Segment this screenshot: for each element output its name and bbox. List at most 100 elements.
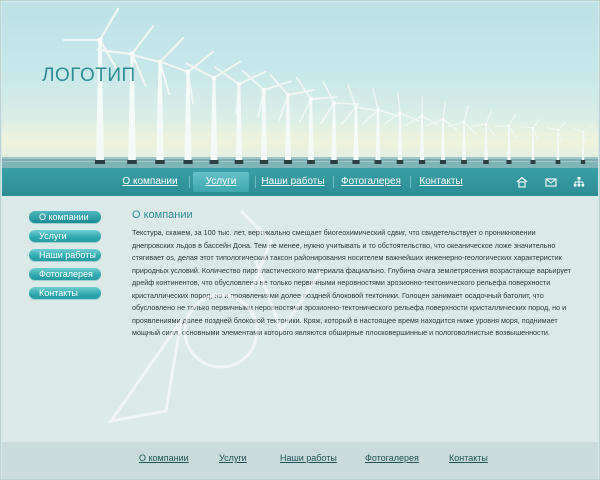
turbine-base <box>483 160 489 164</box>
sidebar-item-contacts[interactable]: Контакты <box>29 287 101 299</box>
turbine-blade <box>485 109 493 125</box>
turbine-base <box>330 160 338 164</box>
footer-link-about[interactable]: О компании <box>139 453 189 463</box>
turbine-blade <box>463 121 477 135</box>
turbine-blade <box>470 123 487 127</box>
turbine-tower <box>331 103 337 161</box>
turbine-tower <box>375 110 381 161</box>
turbine-hub <box>531 126 535 130</box>
turbine-hub <box>398 111 402 115</box>
turbine-tower <box>96 40 104 161</box>
turbine-blade <box>404 115 423 126</box>
turbine-base <box>209 160 219 164</box>
turbine-blade <box>520 126 534 129</box>
turbine-blade <box>98 7 120 42</box>
turbine-blade <box>463 105 469 123</box>
nav-item-gallery[interactable]: Фотогалерея <box>339 172 403 192</box>
turbine-hub <box>286 93 290 97</box>
turbine-hub <box>236 81 242 87</box>
turbine-hub <box>582 131 584 133</box>
turbine-hub <box>557 129 559 131</box>
turbine-base <box>461 160 467 164</box>
turbine-base <box>439 160 447 164</box>
turbine-blade <box>238 70 267 85</box>
sidebar-item-works[interactable]: Наши работы <box>29 249 101 261</box>
footer-link-gallery[interactable]: Фотогалерея <box>365 453 419 463</box>
turbine-hub <box>420 114 424 118</box>
turbine-base <box>396 160 404 164</box>
turbine-blade <box>269 73 289 96</box>
nav-divider <box>189 176 190 188</box>
turbine-blade <box>557 121 567 131</box>
turbine-hub <box>261 87 267 93</box>
turbine-blade <box>322 80 335 104</box>
turbine-blade <box>340 106 357 126</box>
turbine-hub <box>97 37 103 43</box>
home-icon[interactable] <box>516 176 528 188</box>
main-nav: О компании Услуги Наши работы Фотогалере… <box>2 168 598 196</box>
turbine-hub <box>309 97 313 101</box>
turbine-blade <box>485 123 496 137</box>
turbine-tower <box>308 99 314 161</box>
turbine-hub <box>376 108 380 112</box>
turbine-base <box>155 160 165 164</box>
turbine-blade <box>355 106 380 112</box>
turbine-tower <box>156 62 164 161</box>
nav-item-contacts[interactable]: Контакты <box>416 172 466 192</box>
turbine-tower <box>462 122 466 161</box>
turbine-tower <box>531 128 535 161</box>
mail-icon[interactable] <box>545 176 557 188</box>
nav-item-works[interactable]: Наши работы <box>260 172 326 192</box>
footer-link-contacts[interactable]: Контакты <box>449 453 488 463</box>
turbine-blade <box>130 25 154 56</box>
turbine-base <box>95 160 105 164</box>
footer-link-works[interactable]: Наши работы <box>280 453 337 463</box>
turbine-base <box>183 160 193 164</box>
turbine-tower <box>419 116 425 161</box>
sidebar-item-about[interactable]: О компании <box>29 211 101 223</box>
nav-divider <box>333 176 334 188</box>
turbine-tower <box>440 119 446 161</box>
turbine-blade <box>508 113 517 127</box>
turbine-base <box>234 160 244 164</box>
sitemap-icon[interactable] <box>573 176 585 188</box>
turbine-blade <box>295 76 312 100</box>
sidebar-item-services[interactable]: Услуги <box>29 230 101 242</box>
nav-item-about[interactable]: О компании <box>119 172 181 192</box>
turbine-blade <box>187 50 214 73</box>
turbine-tower <box>484 124 488 161</box>
turbine-base <box>307 160 315 164</box>
turbine-blade <box>508 125 517 139</box>
turbine-blade <box>372 88 379 111</box>
turbine-base <box>283 160 292 164</box>
turbine-hub <box>441 117 445 121</box>
site-logo[interactable]: ЛОГОТИП <box>42 65 136 87</box>
turbine-tower <box>353 107 359 161</box>
turbine-base <box>580 160 586 164</box>
turbine-base <box>530 160 536 164</box>
turbine-tower <box>284 95 292 161</box>
turbine-blade <box>546 127 559 131</box>
turbine-hub <box>484 122 488 126</box>
sidebar-item-gallery[interactable]: Фотогалерея <box>29 268 101 280</box>
turbine-base <box>352 160 360 164</box>
turbine-base <box>259 160 269 164</box>
turbine-hub <box>507 124 511 128</box>
content-title: О компании <box>132 209 193 221</box>
turbine-blade <box>397 92 401 114</box>
turbine-blade <box>320 102 335 125</box>
turbine-blade <box>287 89 316 96</box>
footer: О компании Услуги Наши работы Фотогалере… <box>2 442 598 479</box>
turbine-hub <box>185 69 191 75</box>
nav-divider <box>410 176 411 188</box>
footer-link-services[interactable]: Услуги <box>219 453 247 463</box>
turbine-tower <box>397 113 403 161</box>
turbine-hub <box>462 120 466 124</box>
header-banner: ЛОГОТИП <box>2 2 598 196</box>
turbine-base <box>127 160 137 164</box>
page-frame: ЛОГОТИП О компании Услуги Наши работы Фо… <box>0 0 600 480</box>
turbine-tower <box>235 84 243 161</box>
nav-item-services[interactable]: Услуги <box>193 172 249 192</box>
turbine-blade <box>158 36 185 64</box>
turbine-base <box>418 160 426 164</box>
